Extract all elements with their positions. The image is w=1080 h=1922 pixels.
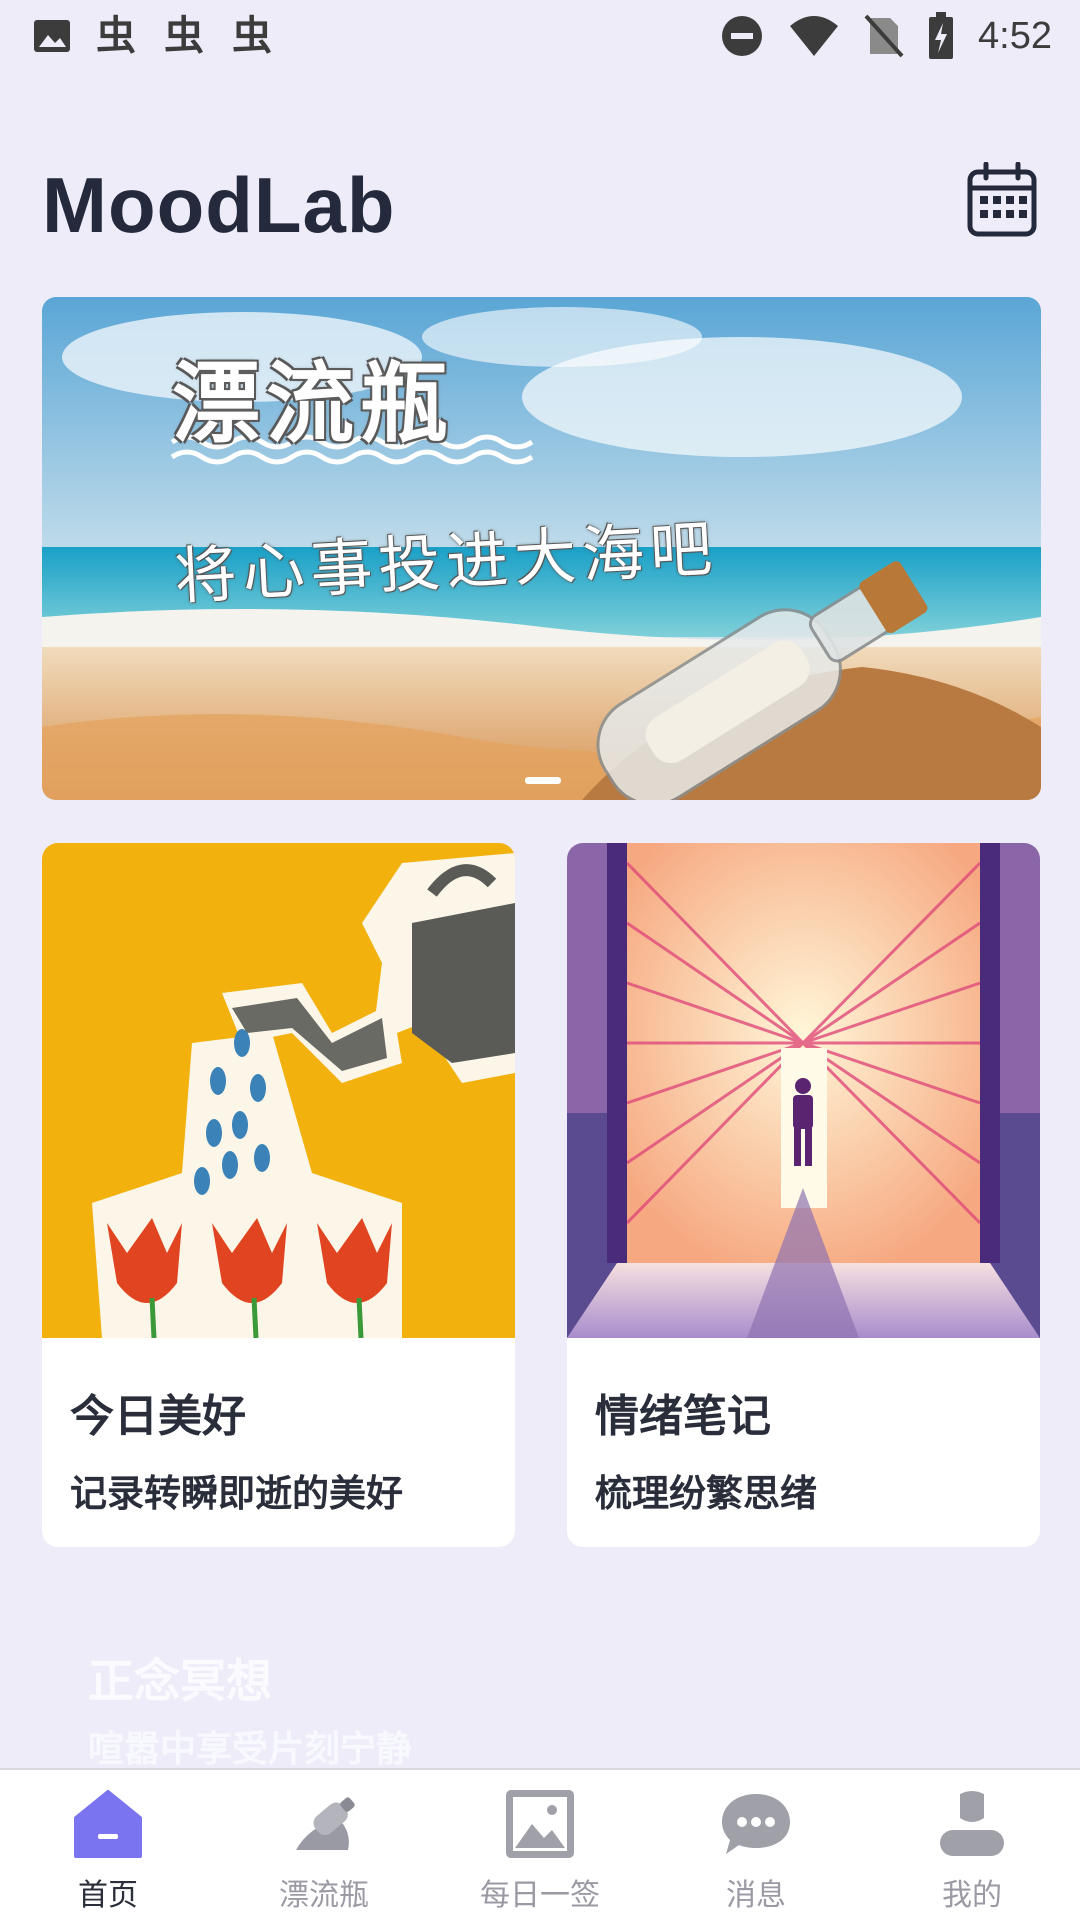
status-bar: 虫 虫 虫 4:52 bbox=[0, 0, 1080, 76]
nav-item-home[interactable]: 首页 bbox=[0, 1770, 216, 1922]
nav-item-drift-bottle[interactable]: 漂流瓶 bbox=[216, 1770, 432, 1922]
carousel-indicator bbox=[525, 777, 561, 784]
banner-title: 漂流瓶 bbox=[172, 352, 455, 455]
meditation-section-description: 喧嚣中享受片刻宁静 bbox=[88, 1729, 413, 1770]
card-title: 今日美好 bbox=[70, 1391, 246, 1442]
bug-icon: 虫 bbox=[232, 13, 272, 59]
card-description: 记录转瞬即逝的美好 bbox=[70, 1472, 403, 1515]
nav-label: 每日一签 bbox=[480, 1878, 600, 1913]
nav-label: 漂流瓶 bbox=[279, 1878, 369, 1913]
nav-label: 首页 bbox=[78, 1878, 138, 1913]
card-description: 梳理纷繁思绪 bbox=[595, 1472, 817, 1515]
app-title: MoodLab bbox=[42, 161, 396, 249]
picture-icon bbox=[506, 1790, 574, 1858]
calendar-icon[interactable] bbox=[966, 162, 1038, 238]
bug-icon: 虫 bbox=[164, 13, 204, 59]
battery-charging-icon bbox=[929, 12, 954, 59]
watering-can-illustration bbox=[42, 843, 515, 1338]
do-not-disturb-icon bbox=[722, 16, 763, 56]
home-icon bbox=[74, 1790, 142, 1858]
good-today-card[interactable]: 今日美好 记录转瞬即逝的美好 bbox=[42, 843, 515, 1547]
meditation-section-title[interactable]: 正念冥想 bbox=[88, 1645, 272, 1711]
bottom-nav: 首页 漂流瓶 每日一签 消息 我的 bbox=[0, 1768, 1080, 1922]
wifi-icon bbox=[790, 16, 839, 56]
mood-notes-card[interactable]: 情绪笔记 梳理纷繁思绪 bbox=[567, 843, 1040, 1547]
no-sim-icon bbox=[864, 14, 904, 58]
nav-item-profile[interactable]: 我的 bbox=[864, 1770, 1080, 1922]
bottle-icon bbox=[296, 1797, 355, 1850]
chat-icon bbox=[722, 1794, 790, 1854]
image-icon bbox=[34, 20, 70, 52]
bug-icon: 虫 bbox=[96, 13, 136, 59]
nav-label: 我的 bbox=[942, 1878, 1002, 1913]
nav-item-messages[interactable]: 消息 bbox=[648, 1770, 864, 1922]
status-time: 4:52 bbox=[978, 14, 1052, 57]
card-title: 情绪笔记 bbox=[595, 1391, 771, 1442]
drift-bottle-banner[interactable]: 漂流瓶 将心事投进大海吧 bbox=[42, 297, 1041, 800]
open-book-illustration bbox=[567, 843, 1040, 1338]
nav-label: 消息 bbox=[726, 1878, 786, 1913]
nav-item-daily-card[interactable]: 每日一签 bbox=[432, 1770, 648, 1922]
user-icon bbox=[940, 1791, 1004, 1856]
